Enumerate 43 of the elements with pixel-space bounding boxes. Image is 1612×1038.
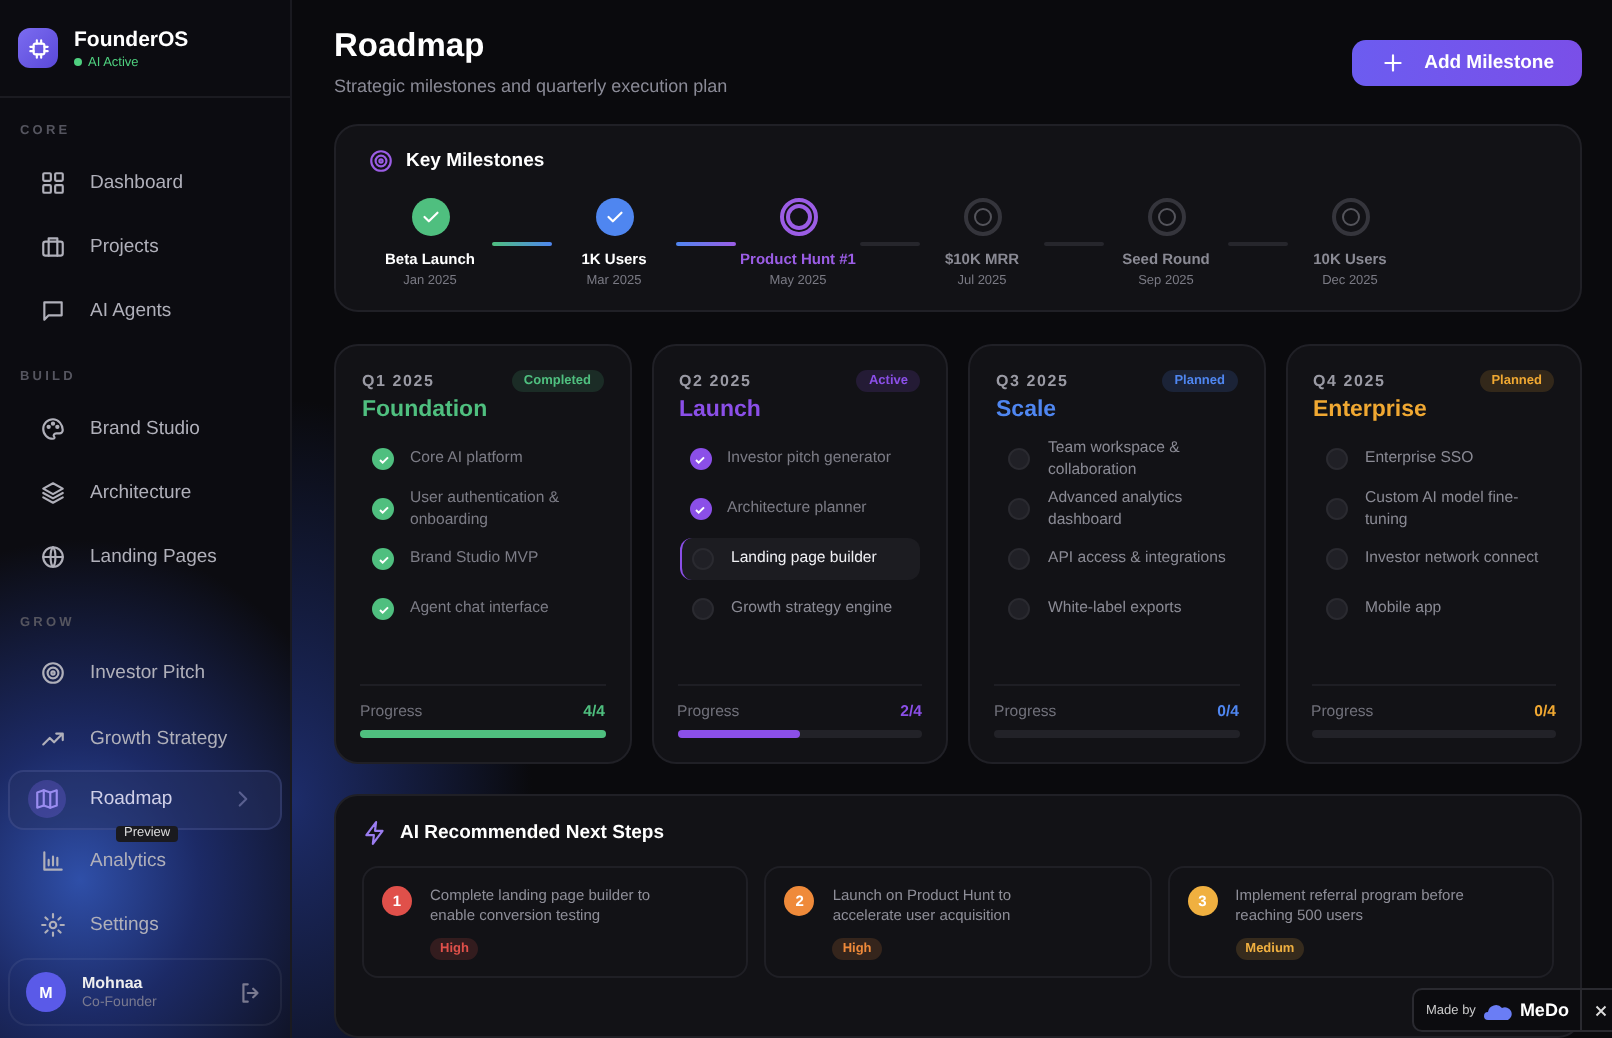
chip-icon xyxy=(18,28,58,69)
nav-item[interactable]: Architecture xyxy=(8,477,282,509)
target-icon xyxy=(368,148,394,174)
bar-chart-icon xyxy=(40,848,66,875)
quarter-title: Foundation xyxy=(362,398,490,422)
briefcase-icon xyxy=(40,234,66,261)
quarter-period: Q3 2025 xyxy=(996,372,1069,390)
grid-icon xyxy=(40,170,66,197)
quarter-period: Q1 2025 xyxy=(362,372,435,390)
nav-item[interactable]: Growth Strategy xyxy=(8,722,282,754)
nav-item[interactable]: Analytics xyxy=(8,846,282,877)
logout-icon[interactable] xyxy=(238,979,264,1005)
nav-item[interactable]: Projects xyxy=(8,232,282,263)
layers-icon xyxy=(40,479,66,506)
nav-item[interactable]: Landing Pages xyxy=(8,542,282,573)
globe-icon xyxy=(40,544,66,571)
quarter-title: Enterprise xyxy=(1313,398,1429,422)
quarter-period: Q2 2025 xyxy=(679,372,752,390)
lightning-icon xyxy=(362,820,388,846)
nav-item[interactable]: Brand Studio xyxy=(8,413,282,444)
card-title: AI Recommended Next Steps xyxy=(400,822,664,844)
chat-bubble-icon xyxy=(40,298,66,325)
quarter-title: Scale xyxy=(996,398,1059,422)
brand-name: MeDo xyxy=(1519,1000,1569,1020)
add-milestone-button[interactable]: Add Milestone xyxy=(1352,40,1582,86)
nav-item[interactable]: Dashboard xyxy=(8,167,282,199)
nav-item[interactable]: Settings xyxy=(8,910,282,941)
plus-icon xyxy=(1380,50,1407,76)
page-title: Roadmap xyxy=(334,28,487,66)
palette-icon xyxy=(40,415,66,442)
page-subtitle: Strategic milestones and quarterly execution plan xyxy=(334,76,728,96)
status-dot xyxy=(74,58,82,67)
map-icon xyxy=(28,780,66,819)
quarter-title: Launch xyxy=(679,398,763,422)
nav-item[interactable]: AI Agents xyxy=(8,296,282,328)
cloud-icon xyxy=(1483,1001,1512,1019)
user-name: Mohnaa xyxy=(82,974,145,992)
brand-name: FounderOS xyxy=(74,27,189,52)
nav-item[interactable]: Investor Pitch xyxy=(8,658,282,689)
avatar: M xyxy=(26,972,66,1012)
quarter-period: Q4 2025 xyxy=(1313,372,1386,390)
target-icon xyxy=(40,660,66,687)
card-title: Key Milestones xyxy=(406,150,545,172)
